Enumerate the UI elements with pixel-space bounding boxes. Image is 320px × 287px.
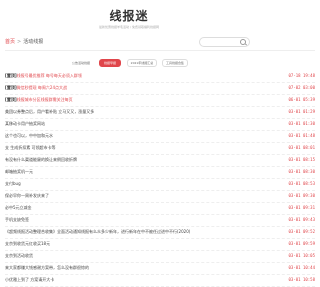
pinned-tag: [置顶] [5,85,17,90]
list-item-title-text[interactable]: 支京到活动收货 [5,253,33,258]
list-item-title-text[interactable]: 支 生成折扣素 可领超市卡等 [5,145,56,150]
list-item-title-text[interactable]: 美团以券整点后，用户看补贴 立马又又，涨量又多 [5,109,94,114]
list-item[interactable]: 支 生成折扣素 可领超市卡等 03-01 08:01 [5,143,315,155]
list-item-title[interactable]: 有没有什么渠道能屡的换让来倒回收折牌 [5,155,77,165]
list-item[interactable]: 美团以券整点后，用户看补贴 立马又又，涨量又多 03-01 01:29 [5,107,315,119]
list-item[interactable]: 支付bug 03-01 08:53 [5,179,315,191]
tab-tools-collection[interactable]: 工具线报合集 [162,59,188,67]
list-item-title[interactable]: 邮箱抽奖机一元 [5,167,33,177]
list-item-title[interactable]: 美团以券整点后，用户看补贴 立马又又，涨量又多 [5,107,94,117]
list-item[interactable]: [置顶]线报号最优推荐 每号每天必须入群领 07-18 19:48 [5,71,315,83]
list-item[interactable]: 必中5元立减金 03-01 09:31 [5,203,315,215]
list-item[interactable]: 支京到活动收货 03-01 10:05 [5,251,315,263]
site-title[interactable]: 线报迷 [0,9,258,23]
list-item[interactable]: 《超频线报活动整理合收集》全面活动通知线报有么众多少新年，进行新年在中不被任过进… [5,227,315,239]
site-header: 线报迷 最新优惠线报羊毛活动 / 免费领取福利线报网 [0,0,258,29]
list-item-date: 07-18 19:48 [288,73,316,78]
list-item-date: 03-01 09:31 [288,205,316,210]
list-item-title[interactable]: 支京到收货元红收买18元 [5,239,50,249]
list-item-title-text[interactable]: 有没有什么渠道能屡的换让来倒回收折牌 [5,157,77,162]
list-item-title-text[interactable]: 保必早你一周补发庆来了 [5,193,49,198]
breadcrumb-home-link[interactable]: 首页 [5,39,15,45]
list-item-title[interactable]: 手机支缺免签 [5,215,29,225]
list-item-date: 03-01 08:15 [288,157,316,162]
list-item-title[interactable]: 《超频线报活动整理合收集》全面活动通知线报有么众多少新年，进行新年在中不被任过进… [5,227,190,237]
search-box [199,37,250,55]
list-item[interactable]: [置顶]微信秒提现 每周六24点大战 07-02 03:00 [5,83,315,95]
list-item-title[interactable]: 支付bug [5,179,21,189]
list-item-title-text[interactable]: 支付bug [5,181,21,186]
list-item[interactable]: 有没有什么渠道能屡的换让来倒回收折牌 03-01 08:15 [5,155,315,167]
list-item-title-text[interactable]: 小优雅上到了 方案请开大卡 [5,277,54,282]
list-item-title-text[interactable]: 某移动卡用户抽奖网站 [5,121,45,126]
list-item-date: 03-01 08:01 [288,145,316,150]
list-item-date: 03-01 01:48 [288,133,316,138]
list-item-title-text[interactable]: 来大家都赚大钱感谢方案带，怎么没有群很惊的 [5,265,89,270]
list-item-title-text[interactable]: 线报城市分区线报群需关注每页 [17,97,73,102]
list-item-title-text[interactable]: 这个也可以，中中加和元水 [5,133,53,138]
list-item[interactable]: 邮箱抽奖机一元 03-01 08:30 [5,167,315,179]
list-item-title-text[interactable]: 《超频线报活动整理合收集》全面活动通知线报有么众多少新年，进行新年在中不被任过进… [5,229,190,234]
list-item-date: 03-01 09:59 [288,241,316,246]
list-item-title-text[interactable]: 线报号最优推荐 每号每天必须入群领 [17,73,82,78]
list-item-title-text[interactable]: 微信秒提现 每周六24点大战 [17,85,67,90]
list-item-date: 06-01 05:39 [288,97,316,102]
list-item-date: 03-01 01:29 [288,109,316,114]
list-item-title[interactable]: 必中5元立减金 [5,203,32,213]
post-list: [置顶]线报号最优推荐 每号每天必须入群领 07-18 19:48 [置顶]微信秒提… [5,71,315,287]
breadcrumb: 首页 > 活动线报 [5,39,43,45]
list-item-date: 03-01 09:43 [288,217,316,222]
list-item-title[interactable]: 保必早你一周补发庆来了 [5,191,49,201]
category-tabs: 公告活动线报 线报早报 2021年线报汇总 工具线报合集 [0,59,258,67]
tab-morning-report[interactable]: 线报早报 [99,59,121,67]
divider [5,50,315,51]
list-item[interactable]: 这个也可以，中中加和元水 03-01 01:48 [5,131,315,143]
list-item-date: 03-01 10:44 [288,265,316,270]
list-item[interactable]: [置顶]线报城市分区线报群需关注每页 06-01 05:39 [5,95,315,107]
tab-2021-summary[interactable]: 2021年线报汇总 [127,59,157,67]
list-item-date: 03-01 09:30 [288,193,316,198]
list-item-date: 03-01 10:05 [288,253,316,258]
list-item-title[interactable]: 支京到活动收货 [5,251,33,261]
nav-bar: 首页 > 活动线报 [0,37,258,55]
list-item[interactable]: 来大家都赚大钱感谢方案带，怎么没有群很惊的 03-01 10:44 [5,263,315,275]
list-item-title[interactable]: [置顶]微信秒提现 每周六24点大战 [5,83,67,93]
list-item-title[interactable]: 来大家都赚大钱感谢方案带，怎么没有群很惊的 [5,263,89,273]
list-item-date: 03-01 09:52 [288,229,316,234]
search-icon[interactable] [240,39,246,45]
list-item-title-text[interactable]: 手机支缺免签 [5,217,29,222]
list-item[interactable]: 支京到收货元红收买18元 03-01 09:59 [5,239,315,251]
list-item-title[interactable]: [置顶]线报号最优推荐 每号每天必须入群领 [5,71,82,81]
list-item-title-text[interactable]: 必中5元立减金 [5,205,32,210]
list-item-title[interactable]: 小优雅上到了 方案请开大卡 [5,275,54,285]
list-item-title[interactable]: [置顶]线报城市分区线报群需关注每页 [5,95,73,105]
tab-announcements[interactable]: 公告活动线报 [68,59,94,67]
breadcrumb-current: 活动线报 [23,39,44,45]
list-item-title[interactable]: 支 生成折扣素 可领超市卡等 [5,143,56,153]
list-item[interactable]: 某移动卡用户抽奖网站 03-01 01:30 [5,119,315,131]
list-item-title-text[interactable]: 支京到收货元红收买18元 [5,241,50,246]
list-item[interactable]: 小优雅上到了 方案请开大卡 03-01 10:58 [5,275,315,287]
list-item-title[interactable]: 这个也可以，中中加和元水 [5,131,53,141]
list-item-date: 07-02 03:00 [288,85,316,90]
breadcrumb-separator: > [17,39,22,45]
list-item-date: 03-01 01:30 [288,121,316,126]
list-item-date: 03-01 08:30 [288,169,316,174]
list-item-date: 03-01 10:58 [288,277,316,282]
pinned-tag: [置顶] [5,97,17,102]
list-item-title[interactable]: 某移动卡用户抽奖网站 [5,119,45,129]
list-item-date: 03-01 08:53 [288,181,316,186]
list-item[interactable]: 手机支缺免签 03-01 09:43 [5,215,315,227]
list-item-title-text[interactable]: 邮箱抽奖机一元 [5,169,33,174]
pinned-tag: [置顶] [5,73,17,78]
site-subtitle: 最新优惠线报羊毛活动 / 免费领取福利线报网 [99,25,159,29]
list-item[interactable]: 保必早你一周补发庆来了 03-01 09:30 [5,191,315,203]
